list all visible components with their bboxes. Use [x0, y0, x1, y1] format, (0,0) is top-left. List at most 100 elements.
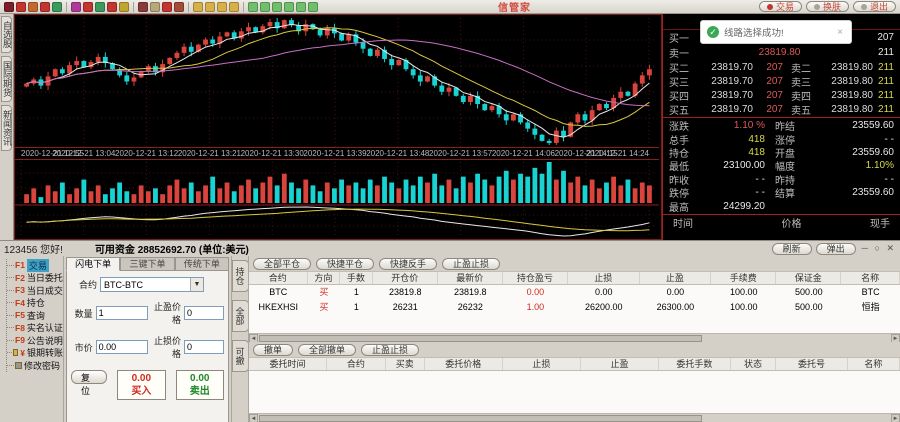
orders-button-3[interactable]: 止盈止损: [361, 344, 419, 356]
panel-3-icon[interactable]: [272, 2, 282, 12]
depth-row-2[interactable]: 买二23819.70207卖二23819.80211: [663, 60, 900, 74]
tree-connector: [7, 352, 12, 353]
panel-5-icon[interactable]: [296, 2, 306, 12]
positions-button-2[interactable]: 快捷平仓: [316, 258, 374, 270]
sell-price: 0.00: [190, 372, 209, 385]
stat-value: - -: [695, 174, 765, 185]
positions-button-3[interactable]: 快捷反手: [379, 258, 437, 270]
home-icon[interactable]: [174, 2, 184, 12]
table-row[interactable]: BTC买123819.823819.80.000.000.00100.00500…: [249, 285, 900, 300]
topbar-button-1[interactable]: 交易: [759, 1, 802, 12]
column-header: 名称: [841, 272, 900, 284]
level-label: 卖一: [669, 45, 703, 60]
panel-2-icon[interactable]: [260, 2, 270, 12]
clock-icon[interactable]: [40, 2, 50, 12]
diamond-icon[interactable]: [4, 2, 14, 12]
scroll-left-icon[interactable]: ◄: [249, 414, 258, 422]
folder-4-icon[interactable]: [229, 2, 239, 12]
orders-button-1[interactable]: 撤单: [253, 344, 293, 356]
bell-icon[interactable]: [16, 2, 26, 12]
toast-close-icon[interactable]: ×: [835, 27, 845, 38]
contract-select[interactable]: BTC-BTC ▼: [100, 277, 204, 292]
chart-tab-2[interactable]: 国际期货: [1, 56, 12, 102]
top-toolbar: 信管家 交易换肤退出: [0, 0, 900, 14]
window-controls[interactable]: ─ ○ ✕: [862, 243, 896, 254]
svg-text:2020-12-21 14:06: 2020-12-21 14:06: [492, 149, 556, 158]
zoom-in-icon[interactable]: [83, 2, 93, 12]
positions-button-4[interactable]: 止盈止损: [442, 258, 500, 270]
column-header: 持仓盈亏: [503, 272, 568, 284]
panel-1-icon[interactable]: [248, 2, 258, 12]
refresh-button[interactable]: 刷新: [772, 243, 812, 255]
cut-icon[interactable]: [162, 2, 172, 12]
sl-label: 止损价格: [148, 334, 181, 360]
clipboard-icon[interactable]: [150, 2, 160, 12]
sidebar-item-F3[interactable]: F3当日成交: [7, 284, 63, 297]
pen-red-icon[interactable]: [107, 2, 117, 12]
sidebar-item-F9[interactable]: F9公告说明: [7, 334, 63, 347]
ask-1-row[interactable]: 卖一23819.80211: [663, 45, 900, 60]
side-tab-3[interactable]: 可撤: [232, 340, 249, 372]
stat-row: 最高24299.20: [663, 199, 900, 212]
chart-tab-3[interactable]: 新闻资讯: [1, 105, 12, 151]
zoom-out-icon[interactable]: [71, 2, 81, 12]
ask-label: 卖三: [791, 74, 819, 89]
gear-icon[interactable]: [28, 2, 38, 12]
sidebar-item-lock-icon[interactable]: 修改密码: [7, 359, 63, 372]
topbar-button-3[interactable]: 退出: [853, 1, 896, 12]
sidebar-item-¥[interactable]: ¥银期转账: [7, 347, 63, 360]
column-header: 止盈: [581, 358, 659, 370]
price-input[interactable]: [96, 340, 148, 354]
cell: BTC: [841, 285, 900, 300]
scroll-thumb[interactable]: [259, 415, 702, 422]
sell-button[interactable]: 0.00 卖出: [176, 370, 224, 400]
side-tab-2[interactable]: 全部: [232, 300, 249, 332]
flag-icon[interactable]: [52, 2, 62, 12]
chart-icon[interactable]: [95, 2, 105, 12]
buy-button[interactable]: 0.00 买入: [117, 370, 165, 400]
depth-row-3[interactable]: 买三23819.70207卖三23819.80211: [663, 74, 900, 88]
sidebar-item-F1[interactable]: F1交易: [7, 259, 63, 272]
reset-button[interactable]: 复位: [71, 370, 107, 384]
positions-button-1[interactable]: 全部平仓: [253, 258, 311, 270]
orders-hscrollbar[interactable]: ◄ ►: [249, 413, 900, 422]
sidebar-item-F4[interactable]: F4持仓: [7, 297, 63, 310]
cell: 26232: [438, 300, 503, 315]
topbar-button-2[interactable]: 换肤: [806, 1, 849, 12]
sl-input[interactable]: [184, 340, 224, 354]
qty-input[interactable]: [96, 306, 148, 320]
folder-1-icon[interactable]: [193, 2, 203, 12]
popout-button[interactable]: 弹出: [816, 243, 856, 255]
pen-yellow-icon[interactable]: [119, 2, 129, 12]
positions-table-filler: [249, 315, 900, 333]
folder-3-icon[interactable]: [217, 2, 227, 12]
orders-button-2[interactable]: 全部撤单: [298, 344, 356, 356]
cell: 恒指: [841, 300, 900, 315]
column-header: 止盈: [640, 272, 712, 284]
bid-price: 23819.70: [695, 90, 753, 101]
sidebar-item-F2[interactable]: F2当日委托: [7, 272, 63, 285]
order-tab-2[interactable]: 三键下单: [120, 257, 174, 271]
table-row[interactable]: HKEXHSI买126231262321.0026200.0026300.001…: [249, 300, 900, 315]
panel-6-icon[interactable]: [308, 2, 318, 12]
depth-row-4[interactable]: 买四23819.70207卖四23819.80211: [663, 88, 900, 102]
sidebar-item-F5[interactable]: F5查询: [7, 309, 63, 322]
scroll-thumb[interactable]: [259, 335, 702, 342]
folder-2-icon[interactable]: [205, 2, 215, 12]
tp-input[interactable]: [184, 306, 224, 320]
positions-hscrollbar[interactable]: ◄ ►: [249, 333, 900, 342]
price-label: 市价: [71, 341, 93, 354]
sidebar-item-F8[interactable]: F8实名认证: [7, 322, 63, 335]
cell: 1.00: [503, 300, 568, 315]
topbar-button-label: 换肤: [823, 0, 841, 13]
toast-message: 线路选择成功!: [724, 25, 830, 39]
chart-tab-1[interactable]: 自选股: [1, 16, 12, 53]
depth-row-5[interactable]: 买五23819.70207卖五23819.80211: [663, 102, 900, 116]
panel-4-icon[interactable]: [284, 2, 294, 12]
order-tab-3[interactable]: 传统下单: [175, 257, 229, 271]
filter-icon[interactable]: [138, 2, 148, 12]
order-tab-1[interactable]: 闪电下单: [66, 257, 120, 271]
scroll-right-icon[interactable]: ►: [891, 414, 900, 422]
side-tab-1[interactable]: 持仓: [232, 260, 249, 292]
stat-value: 418: [695, 147, 765, 158]
